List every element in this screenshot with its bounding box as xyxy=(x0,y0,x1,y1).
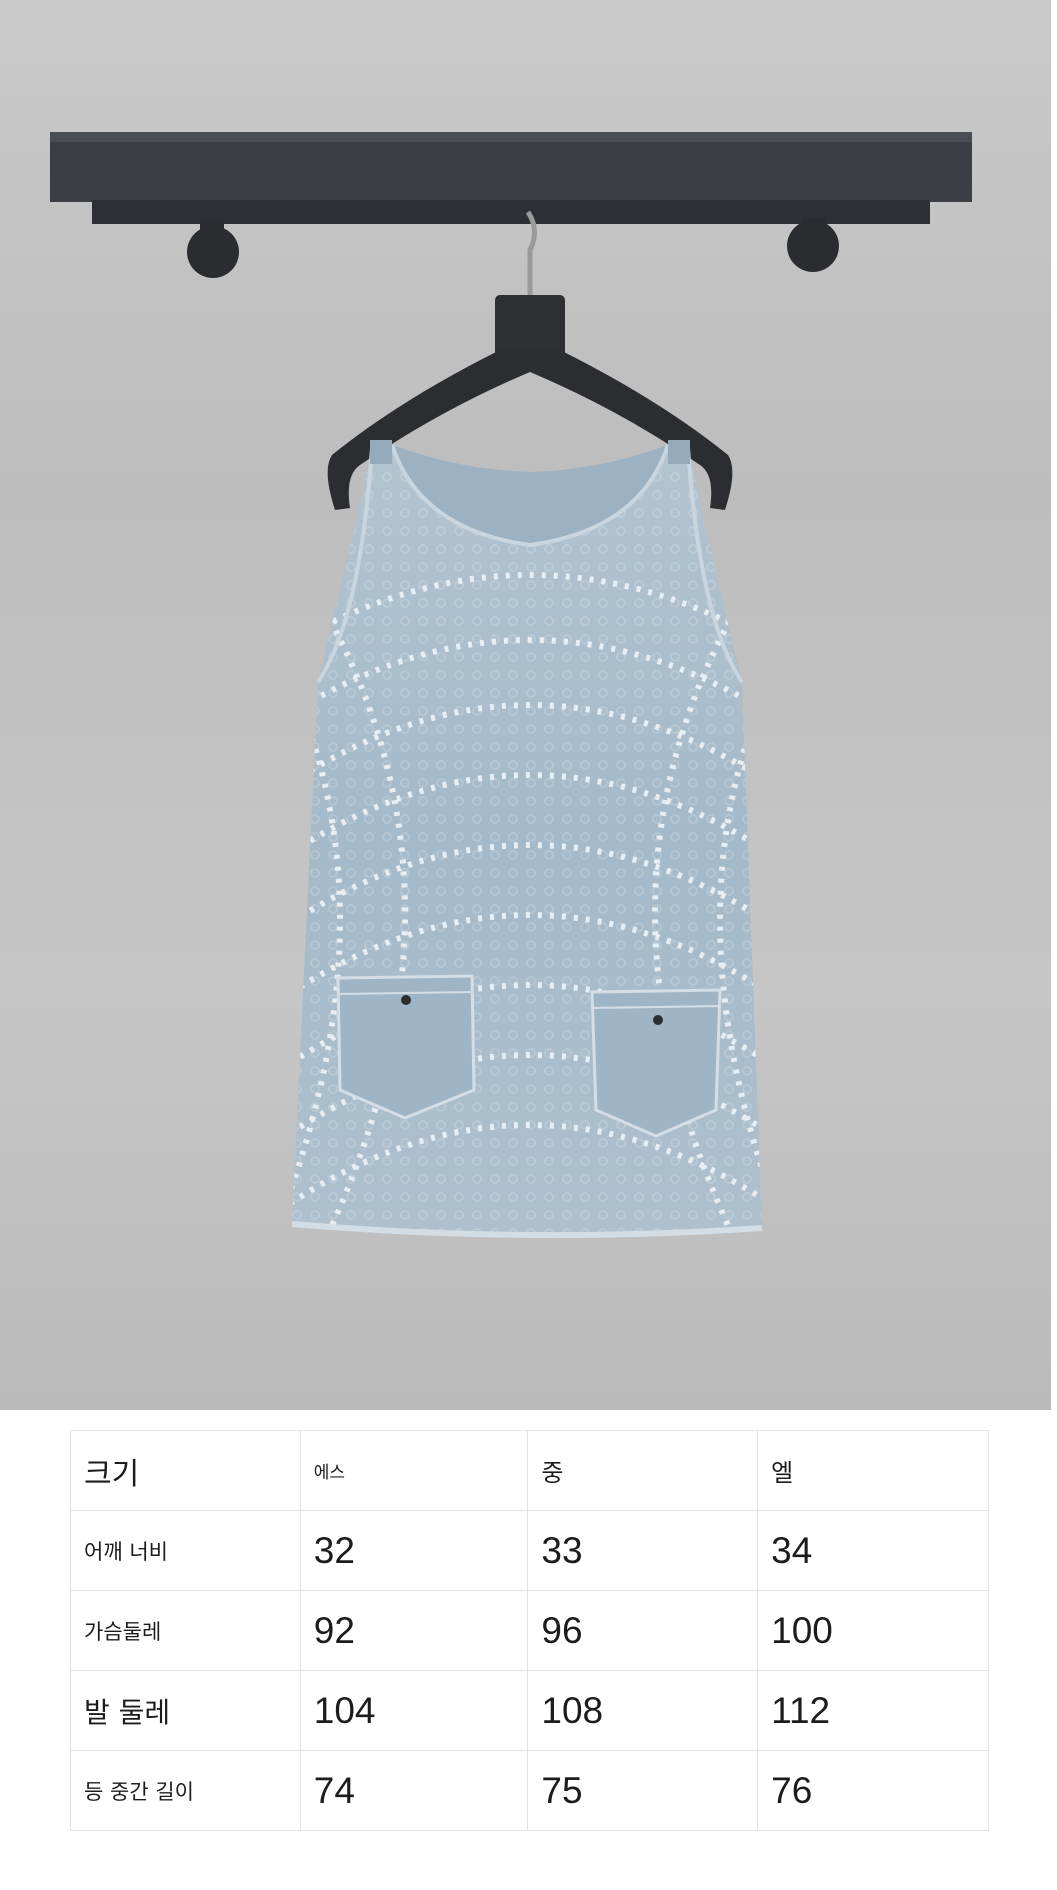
cell-s: 74 xyxy=(299,1750,529,1831)
cell-l: 76 xyxy=(757,1750,989,1831)
cell-m: 75 xyxy=(527,1750,759,1831)
row-label: 발 둘레 xyxy=(70,1670,301,1751)
row-label: 어깨 너비 xyxy=(70,1510,301,1591)
row-label: 가슴둘레 xyxy=(70,1590,301,1671)
cell-l: 112 xyxy=(757,1670,989,1751)
product-photo xyxy=(0,0,1057,1410)
cell-s: 92 xyxy=(299,1590,529,1671)
table-header-row: 크기 에스 중 엘 xyxy=(70,1430,989,1511)
table-row: 발 둘레 104 108 112 xyxy=(70,1670,989,1751)
size-header-label: 크기 xyxy=(70,1430,301,1511)
size-header-l: 엘 xyxy=(757,1430,989,1511)
cell-s: 104 xyxy=(299,1670,529,1751)
shelf-board xyxy=(50,132,972,202)
cell-l: 100 xyxy=(757,1590,989,1671)
cell-s: 32 xyxy=(299,1510,529,1591)
size-header-m: 중 xyxy=(527,1430,759,1511)
cell-m: 108 xyxy=(527,1670,759,1751)
table-row: 등 중간 길이 74 75 76 xyxy=(70,1750,989,1831)
cell-m: 33 xyxy=(527,1510,759,1591)
size-header-s: 에스 xyxy=(299,1430,529,1511)
table-row: 어깨 너비 32 33 34 xyxy=(70,1510,989,1591)
table-row: 가슴둘레 92 96 100 xyxy=(70,1590,989,1671)
pocket-right xyxy=(590,988,722,1138)
cell-l: 34 xyxy=(757,1510,989,1591)
hanger-top xyxy=(495,295,565,357)
size-table: 크기 에스 중 엘 어깨 너비 32 33 34 가슴둘레 92 96 100 … xyxy=(70,1430,989,1831)
dress-illustration xyxy=(50,132,972,1239)
row-label: 등 중간 길이 xyxy=(70,1750,301,1831)
cell-m: 96 xyxy=(527,1590,759,1671)
